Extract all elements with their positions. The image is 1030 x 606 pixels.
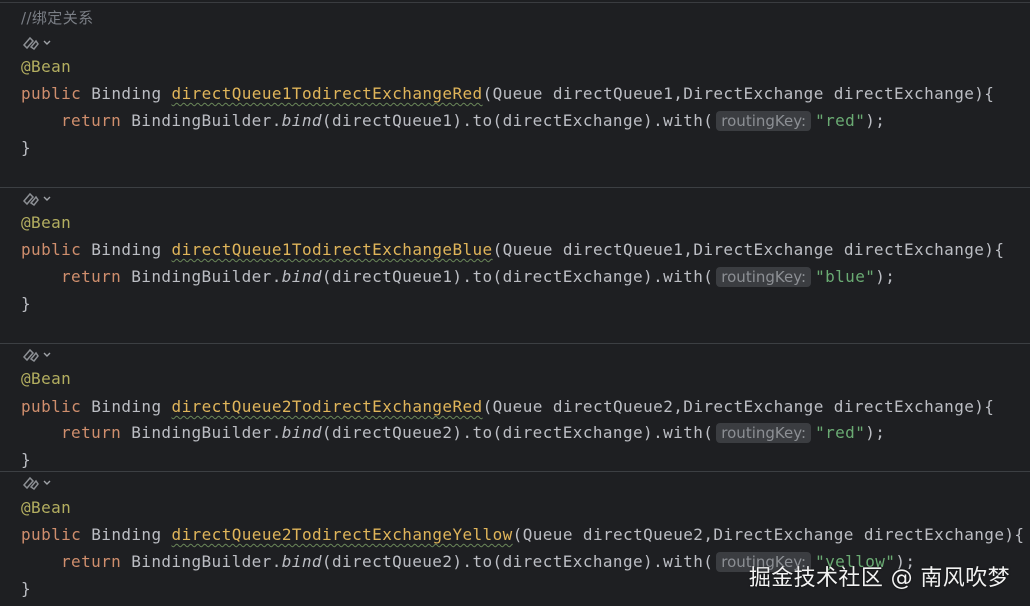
routing-key-string: "red": [815, 423, 866, 442]
param-name: directQueue2: [582, 525, 704, 544]
chevron-down-icon: [43, 352, 51, 357]
param-name: directQueue2: [552, 397, 674, 416]
method-name: directQueue1TodirectExchangeBlue: [171, 240, 493, 259]
method-name: directQueue1TodirectExchangeRed: [171, 84, 483, 103]
routing-key-string: "red": [815, 111, 866, 130]
bind-arg: directQueue2: [331, 552, 453, 571]
param-hint: routingKey:: [716, 423, 812, 443]
param-name: directQueue1: [562, 240, 684, 259]
builder-class: BindingBuilder: [131, 552, 272, 571]
to-arg: directExchange: [502, 552, 644, 571]
closing-brace: }: [21, 450, 32, 469]
watermark: 掘金技术社区 @ 南风吹梦: [748, 566, 1010, 591]
bean-gutter-icon[interactable]: [22, 34, 52, 52]
param-name: directExchange: [863, 525, 1005, 544]
keyword-public: public: [21, 397, 82, 416]
method-name: directQueue2TodirectExchangeYellow: [171, 525, 513, 544]
param-type: Queue: [492, 397, 543, 416]
to-arg: directExchange: [502, 111, 644, 130]
param-hint: routingKey:: [716, 111, 812, 131]
to-arg: directExchange: [502, 267, 644, 286]
keyword-return: return: [61, 552, 122, 571]
bean-gutter-icon[interactable]: [22, 474, 52, 492]
bind-call: bind: [281, 267, 322, 286]
routing-key-string: "blue": [815, 267, 876, 286]
param-name: directExchange: [833, 84, 975, 103]
return-type: Binding: [91, 397, 162, 416]
with-call: with: [663, 267, 704, 286]
bean-icon: [22, 348, 39, 363]
to-arg: directExchange: [502, 423, 644, 442]
block-divider: [0, 343, 1030, 344]
top-divider: [0, 2, 1030, 3]
param-type: Queue: [492, 84, 543, 103]
method-signature: public Binding directQueue1TodirectExcha…: [21, 240, 1005, 259]
method-name: directQueue2TodirectExchangeRed: [171, 397, 483, 416]
param-type: DirectExchange: [683, 84, 824, 103]
chevron-down-icon: [43, 480, 51, 485]
param-type: DirectExchange: [713, 525, 854, 544]
method-signature: public Binding directQueue2TodirectExcha…: [21, 525, 1025, 544]
closing-brace: }: [21, 138, 32, 157]
keyword-public: public: [21, 84, 82, 103]
return-type: Binding: [91, 84, 162, 103]
bean-gutter-icon[interactable]: [22, 346, 52, 364]
code-comment: //绑定关系: [21, 9, 94, 27]
method-signature: public Binding directQueue1TodirectExcha…: [21, 84, 995, 103]
param-name: directExchange: [833, 397, 975, 416]
bean-annotation: @Bean: [21, 213, 72, 232]
bind-call: bind: [281, 552, 322, 571]
return-statement: return BindingBuilder.bind(directQueue1)…: [61, 267, 896, 287]
keyword-public: public: [21, 525, 82, 544]
to-call: to: [472, 111, 493, 130]
bean-icon: [22, 192, 39, 207]
keyword-return: return: [61, 267, 122, 286]
bean-gutter-icon[interactable]: [22, 190, 52, 208]
bind-arg: directQueue1: [331, 111, 453, 130]
bind-call: bind: [281, 423, 322, 442]
return-type: Binding: [91, 240, 162, 259]
return-statement: return BindingBuilder.bind(directQueue2)…: [61, 423, 886, 443]
to-call: to: [472, 267, 493, 286]
param-type: Queue: [522, 525, 573, 544]
bean-icon: [22, 476, 39, 491]
param-type: Queue: [502, 240, 553, 259]
with-call: with: [663, 111, 704, 130]
closing-brace: }: [21, 579, 32, 598]
with-call: with: [663, 552, 704, 571]
method-signature: public Binding directQueue2TodirectExcha…: [21, 397, 995, 416]
block-divider: [0, 187, 1030, 188]
bind-arg: directQueue1: [331, 267, 453, 286]
chevron-down-icon: [43, 196, 51, 201]
return-statement: return BindingBuilder.bind(directQueue1)…: [61, 111, 886, 131]
bind-call: bind: [281, 111, 322, 130]
param-type: DirectExchange: [693, 240, 834, 259]
to-call: to: [472, 552, 493, 571]
builder-class: BindingBuilder: [131, 267, 272, 286]
with-call: with: [663, 423, 704, 442]
keyword-return: return: [61, 111, 122, 130]
bean-annotation: @Bean: [21, 57, 72, 76]
return-type: Binding: [91, 525, 162, 544]
keyword-public: public: [21, 240, 82, 259]
builder-class: BindingBuilder: [131, 111, 272, 130]
bean-annotation: @Bean: [21, 369, 72, 388]
builder-class: BindingBuilder: [131, 423, 272, 442]
code-editor[interactable]: //绑定关系 @Bean public Binding directQueue1…: [0, 0, 1030, 606]
bean-icon: [22, 36, 39, 51]
param-type: DirectExchange: [683, 397, 824, 416]
param-name: directQueue1: [552, 84, 674, 103]
chevron-down-icon: [43, 40, 51, 45]
closing-brace: }: [21, 294, 32, 313]
bean-annotation: @Bean: [21, 498, 72, 517]
keyword-return: return: [61, 423, 122, 442]
to-call: to: [472, 423, 493, 442]
param-hint: routingKey:: [716, 267, 812, 287]
param-name: directExchange: [843, 240, 985, 259]
block-divider: [0, 471, 1030, 472]
bind-arg: directQueue2: [331, 423, 453, 442]
